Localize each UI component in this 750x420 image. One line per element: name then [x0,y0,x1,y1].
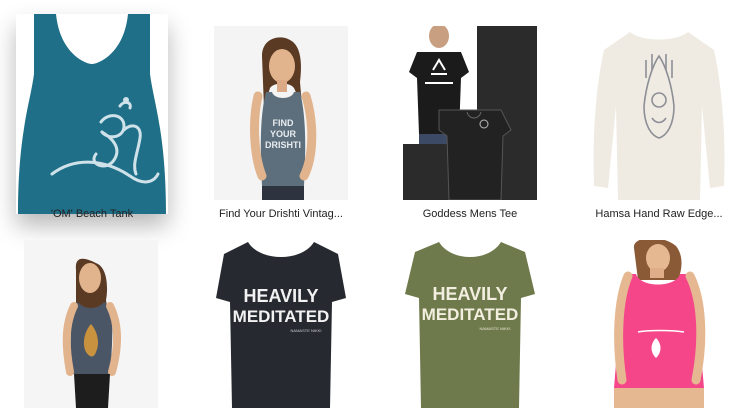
print-tagline: NAMASTE NIKKI [480,326,511,331]
print-tagline: NAMASTE NIKKI [291,328,322,333]
product-name[interactable]: Find Your Drishti Vintag... [204,208,358,220]
product-image[interactable] [592,240,726,408]
print-line-1: HEAVILY [243,286,318,306]
print-line-2: MEDITATED [422,305,519,324]
product-name[interactable]: 'OM' Beach Tank [16,208,168,220]
product-name[interactable]: Goddess Mens Tee [393,208,547,220]
product-image[interactable] [24,240,158,408]
product-card-find-your-drishti[interactable]: FIND YOUR DRISHTI Find Your Drishti Vint… [214,26,348,226]
product-image[interactable]: FIND YOUR DRISHTI [214,26,348,200]
product-image[interactable] [403,26,537,200]
product-name[interactable]: Hamsa Hand Raw Edge... [582,208,736,220]
product-image[interactable]: HEAVILY MEDITATED NAMASTE NIKKI [403,240,537,408]
print-line-3: DRISHTI [265,140,301,150]
product-image[interactable] [592,26,726,200]
print-line-1: HEAVILY [432,284,507,304]
product-card-hamsa-hand[interactable]: Hamsa Hand Raw Edge... [592,26,726,226]
product-card-om-beach-tank[interactable]: 'OM' Beach Tank [16,14,168,239]
print-line-2: MEDITATED [233,307,330,326]
product-card-heavily-meditated-olive[interactable]: HEAVILY MEDITATED NAMASTE NIKKI [403,240,537,414]
product-card-pink-tank[interactable] [592,240,726,414]
product-image[interactable] [16,14,168,214]
print-line-1: FIND [273,118,294,128]
product-image[interactable]: HEAVILY MEDITATED NAMASTE NIKKI [214,240,348,408]
product-card-heavily-meditated-black[interactable]: HEAVILY MEDITATED NAMASTE NIKKI [214,240,348,414]
product-card-goddess-mens-tee[interactable]: Goddess Mens Tee [403,26,537,226]
product-card-hamsa-tank[interactable] [24,240,158,414]
print-line-2: YOUR [270,129,297,139]
